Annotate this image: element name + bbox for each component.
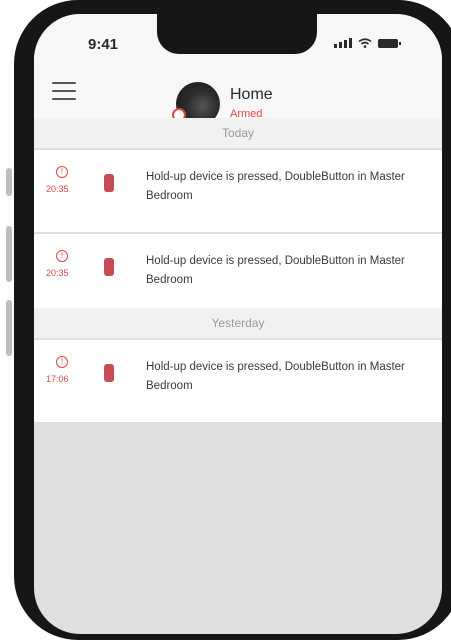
hub-name[interactable]: Home xyxy=(230,86,273,104)
alert-circle-icon: ! xyxy=(56,166,68,178)
section-header-today: Today xyxy=(34,118,442,148)
phone-notch xyxy=(157,14,317,54)
battery-icon xyxy=(378,39,401,48)
wifi-icon xyxy=(358,38,372,48)
section-header-yesterday: Yesterday xyxy=(34,308,442,338)
event-text: Hold-up device is pressed, DoubleButton … xyxy=(146,255,405,286)
event-row[interactable]: ! 20:35 Hold-up device is pressed, Doubl… xyxy=(34,150,442,232)
alert-circle-icon: ! xyxy=(56,356,68,368)
status-time: 9:41 xyxy=(88,36,119,53)
status-icons xyxy=(334,38,401,48)
side-button-volume-up xyxy=(6,226,12,282)
alert-circle-icon: ! xyxy=(56,250,68,262)
signal-icon xyxy=(334,38,352,48)
double-button-icon xyxy=(104,258,114,276)
hamburger-icon[interactable] xyxy=(52,82,76,102)
event-text: Hold-up device is pressed, DoubleButton … xyxy=(146,171,405,202)
event-row[interactable]: ! 17:06 Hold-up device is pressed, Doubl… xyxy=(34,340,442,422)
double-button-icon xyxy=(104,174,114,192)
event-text: Hold-up device is pressed, DoubleButton … xyxy=(146,361,405,392)
event-time: 20:35 xyxy=(46,268,69,278)
double-button-icon xyxy=(104,364,114,382)
side-button-volume-down xyxy=(6,300,12,356)
event-time: 17:06 xyxy=(46,374,69,384)
event-time: 20:35 xyxy=(46,184,69,194)
side-button-mute xyxy=(6,168,12,196)
phone-screen: 9:41 Home Armed Today ! 20:35 Hold-up de… xyxy=(34,14,442,634)
event-row[interactable]: ! 20:35 Hold-up device is pressed, Doubl… xyxy=(34,234,442,316)
